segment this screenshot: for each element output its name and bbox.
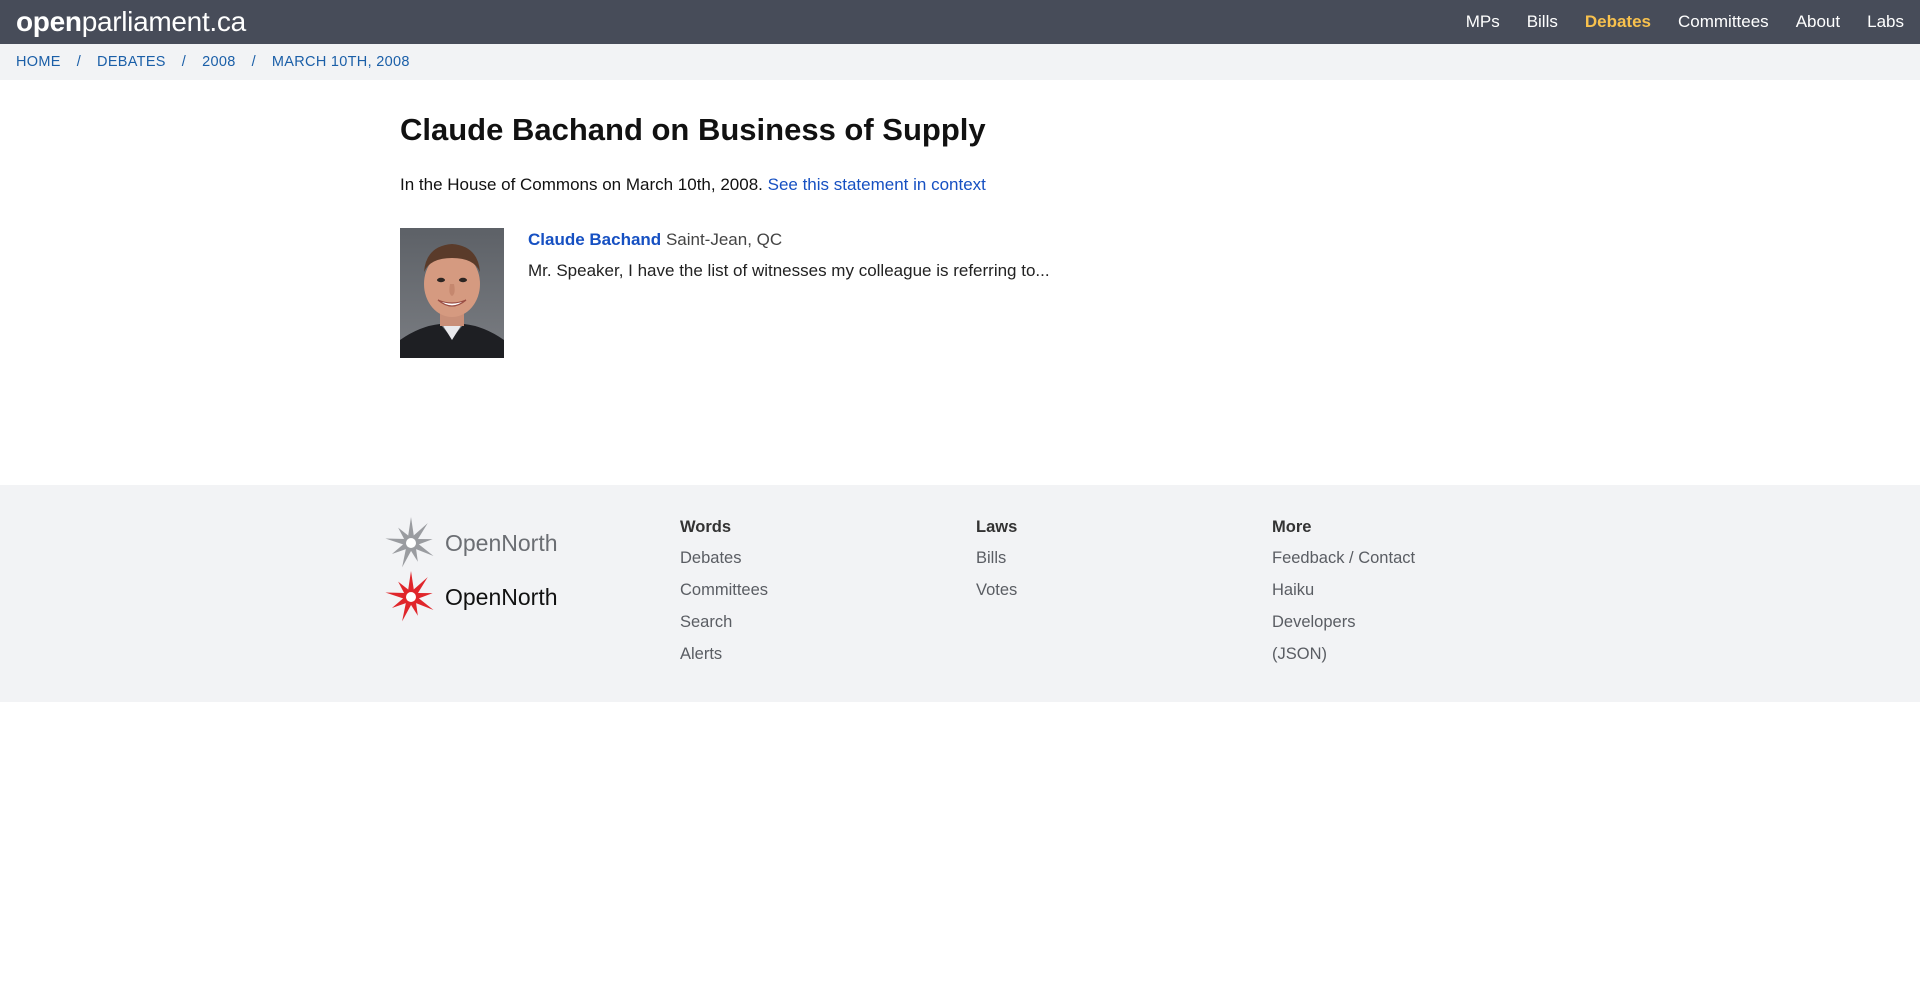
breadcrumb-debates[interactable]: DEBATES bbox=[97, 54, 166, 70]
opennorth-name: OpenNorth bbox=[445, 529, 558, 556]
nav-debates[interactable]: Debates bbox=[1585, 12, 1651, 32]
footer-heading: More bbox=[1272, 518, 1312, 536]
breadcrumb-separator: / bbox=[76, 54, 82, 70]
context-text: In the House of Commons on March 10th, 2… bbox=[400, 175, 763, 194]
speaker-line: Claude Bachand Saint-Jean, QC bbox=[528, 230, 1050, 250]
site-logo[interactable]: open parliament.ca bbox=[16, 6, 246, 38]
opennorth-name: OpenNorth bbox=[445, 583, 558, 610]
speaker-portrait[interactable] bbox=[400, 228, 504, 358]
footer-column-more: More Feedback / Contact Haiku Developers… bbox=[1272, 518, 1415, 675]
speaker-riding: Saint-Jean, QC bbox=[665, 230, 783, 249]
top-navbar: open parliament.ca MPs Bills Debates Comm… bbox=[0, 0, 1920, 44]
footer-link-feedback[interactable]: Feedback / Contact bbox=[1272, 547, 1415, 569]
opennorth-star-icon bbox=[385, 571, 434, 622]
breadcrumb-date[interactable]: MARCH 10TH, 2008 bbox=[272, 54, 410, 70]
nav-mps[interactable]: MPs bbox=[1466, 12, 1500, 32]
statement-block: Claude Bachand Saint-Jean, QC Mr. Speake… bbox=[528, 230, 1050, 281]
nav-committees[interactable]: Committees bbox=[1678, 12, 1769, 32]
nav-bills[interactable]: Bills bbox=[1527, 12, 1558, 32]
footer-link-votes[interactable]: Votes bbox=[976, 579, 1017, 601]
speaker-photo bbox=[400, 228, 504, 358]
footer-link-developers[interactable]: Developers bbox=[1272, 611, 1415, 633]
main-content: Claude Bachand on Business of Supply In … bbox=[0, 80, 1920, 485]
footer-heading: Words bbox=[680, 518, 732, 536]
nav-labs[interactable]: Labs bbox=[1867, 12, 1904, 32]
breadcrumb-separator: / bbox=[181, 54, 187, 70]
main-nav: MPs Bills Debates Committees About Labs bbox=[1439, 12, 1904, 32]
nav-about[interactable]: About bbox=[1796, 12, 1840, 32]
footer-link-debates[interactable]: Debates bbox=[680, 547, 768, 569]
footer-column-words: Words Debates Committees Search Alerts bbox=[680, 518, 768, 675]
footer-link-bills[interactable]: Bills bbox=[976, 547, 1017, 569]
breadcrumb-year[interactable]: 2008 bbox=[202, 54, 235, 70]
statement-context: In the House of Commons on March 10th, 2… bbox=[400, 175, 986, 195]
logo-light-text: parliament.ca bbox=[81, 6, 246, 37]
footer-link-search[interactable]: Search bbox=[680, 611, 768, 633]
footer-link-json[interactable]: (JSON) bbox=[1272, 643, 1415, 665]
speaker-name-link[interactable]: Claude Bachand bbox=[528, 230, 661, 249]
logo-bold-text: open bbox=[16, 6, 82, 37]
opennorth-logo-grey[interactable]: OpenNorth bbox=[383, 515, 558, 571]
footer-link-committees[interactable]: Committees bbox=[680, 579, 768, 601]
page-title: Claude Bachand on Business of Supply bbox=[400, 112, 986, 147]
opennorth-logo-color[interactable]: OpenNorth bbox=[383, 569, 558, 625]
context-link[interactable]: See this statement in context bbox=[768, 175, 986, 194]
breadcrumb: HOME / DEBATES / 2008 / MARCH 10TH, 2008 bbox=[0, 44, 1920, 80]
footer-link-haiku[interactable]: Haiku bbox=[1272, 579, 1415, 601]
breadcrumb-home[interactable]: HOME bbox=[16, 54, 61, 70]
footer: OpenNorth OpenNorth Words Debates Commit… bbox=[0, 485, 1920, 702]
footer-heading: Laws bbox=[976, 518, 1018, 536]
opennorth-star-icon bbox=[385, 517, 434, 568]
breadcrumb-separator: / bbox=[251, 54, 256, 70]
statement-text: Mr. Speaker, I have the list of witnesse… bbox=[528, 261, 1050, 280]
footer-link-alerts[interactable]: Alerts bbox=[680, 643, 768, 665]
footer-column-laws: Laws Bills Votes bbox=[976, 518, 1017, 611]
